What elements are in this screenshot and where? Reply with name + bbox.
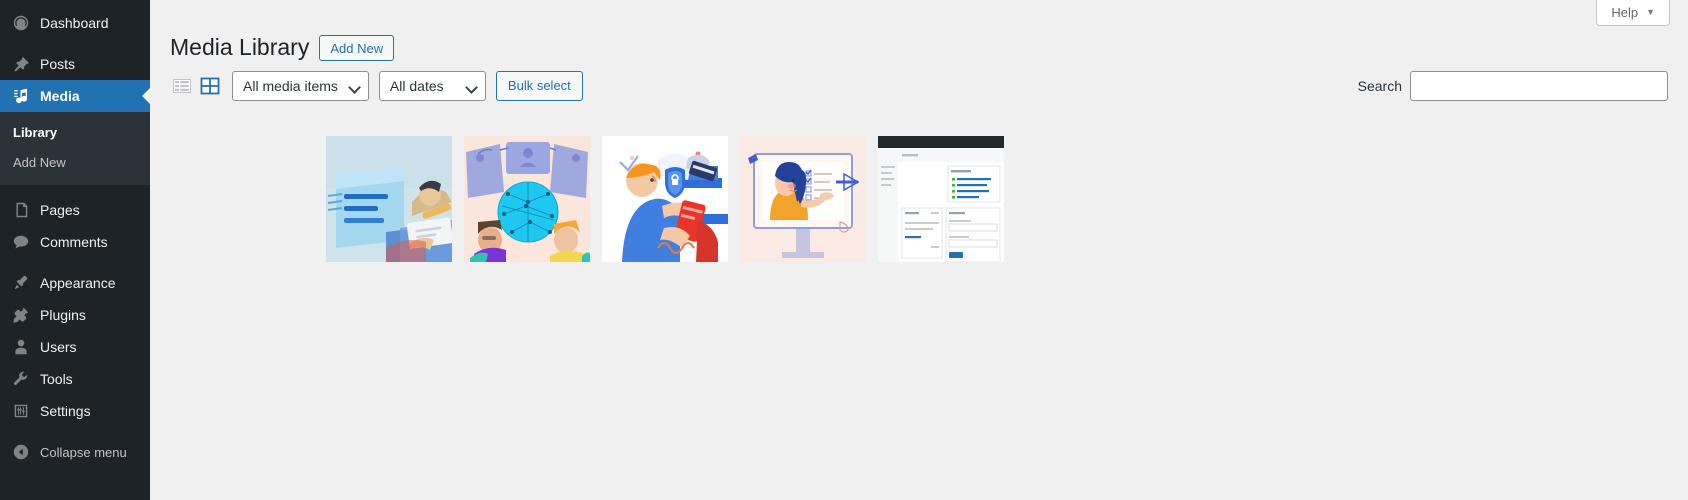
- admin-main-body: Help ▼ Media Library Add New All media i…: [150, 0, 1688, 500]
- date-filter[interactable]: All dates: [378, 70, 486, 101]
- wrench-icon: [11, 369, 31, 389]
- illustration-secure-payment: [602, 136, 728, 262]
- dashboard-icon: [11, 13, 31, 33]
- comments-icon: [11, 232, 31, 252]
- sidebar-subitem-library[interactable]: Library: [0, 118, 150, 148]
- sidebar-item-pages[interactable]: Pages: [0, 194, 150, 226]
- attachment-item[interactable]: [464, 136, 590, 262]
- media-icon: [11, 86, 31, 106]
- grid-view-icon[interactable]: [198, 74, 222, 98]
- sidebar-separator: [0, 427, 150, 436]
- search-input[interactable]: [1410, 70, 1668, 101]
- add-new-button[interactable]: Add New: [319, 35, 395, 62]
- screenshot-wordpress-dashboard: [878, 136, 1004, 262]
- sidebar-item-label: Tools: [40, 371, 73, 387]
- media-type-filter-value: All media items: [243, 77, 338, 94]
- view-switch: [170, 74, 222, 98]
- search-area: Search: [1357, 70, 1668, 101]
- help-tab-button[interactable]: Help ▼: [1596, 0, 1670, 26]
- illustration-workspace-blue: [326, 136, 452, 262]
- attachment-item[interactable]: [878, 136, 1004, 262]
- help-tab-label: Help: [1611, 5, 1639, 20]
- page-icon: [11, 200, 31, 220]
- sidebar-item-label: Media: [40, 88, 80, 104]
- chevron-down-icon: [348, 80, 361, 94]
- media-toolbar: All media items All dates Bulk select Se…: [170, 68, 1668, 103]
- sidebar-item-label: Posts: [40, 56, 76, 72]
- attachment-item[interactable]: [326, 136, 452, 262]
- brush-icon: [11, 273, 31, 293]
- settings-icon: [11, 401, 31, 421]
- sidebar-item-users[interactable]: Users: [0, 331, 150, 363]
- illustration-video-conference-network: [464, 136, 590, 262]
- sidebar-item-label: Plugins: [40, 307, 86, 323]
- sidebar-item-label: Appearance: [40, 275, 116, 291]
- sidebar-item-settings[interactable]: Settings: [0, 395, 150, 427]
- sidebar-separator: [0, 39, 150, 48]
- plugin-icon: [11, 305, 31, 325]
- sidebar-item-dashboard[interactable]: Dashboard: [0, 7, 150, 39]
- sidebar-subitem-add-new[interactable]: Add New: [0, 148, 150, 178]
- sidebar-item-comments[interactable]: Comments: [0, 226, 150, 258]
- attachments-grid: [326, 136, 1004, 262]
- user-icon: [11, 337, 31, 357]
- sidebar-separator: [0, 185, 150, 194]
- media-type-filter[interactable]: All media items: [232, 70, 369, 101]
- sidebar-item-media[interactable]: Media: [0, 80, 150, 112]
- list-view-icon[interactable]: [170, 74, 194, 98]
- sidebar-item-appearance[interactable]: Appearance: [0, 267, 150, 299]
- wordpress-admin-screen: Dashboard Posts Media Library Add New Pa…: [0, 0, 1688, 500]
- sidebar-item-posts[interactable]: Posts: [0, 48, 150, 80]
- sidebar-separator: [0, 258, 150, 267]
- sidebar-item-label: Dashboard: [40, 15, 109, 31]
- attachment-item[interactable]: [602, 136, 728, 262]
- sidebar-item-label: Comments: [40, 234, 108, 250]
- search-label: Search: [1357, 77, 1402, 94]
- collapse-menu-label: Collapse menu: [40, 444, 127, 460]
- chevron-down-icon: ▼: [1646, 7, 1655, 17]
- collapse-menu-button[interactable]: Collapse menu: [0, 436, 150, 468]
- media-submenu: Library Add New: [0, 112, 150, 185]
- sidebar-item-plugins[interactable]: Plugins: [0, 299, 150, 331]
- page-title: Media Library: [170, 34, 310, 61]
- chevron-down-icon: [465, 80, 478, 94]
- sidebar-item-label: Pages: [40, 202, 80, 218]
- sidebar-item-label: Settings: [40, 403, 91, 419]
- collapse-arrow-icon: [11, 442, 31, 462]
- screen-meta-links: Help ▼: [1596, 0, 1670, 26]
- sidebar-item-tools[interactable]: Tools: [0, 363, 150, 395]
- admin-sidebar: Dashboard Posts Media Library Add New Pa…: [0, 0, 150, 500]
- illustration-woman-presenting-monitor: [740, 136, 866, 262]
- date-filter-value: All dates: [389, 77, 444, 94]
- attachment-item[interactable]: [740, 136, 866, 262]
- bulk-select-button[interactable]: Bulk select: [495, 70, 583, 101]
- pin-icon: [11, 54, 31, 74]
- sidebar-item-label: Users: [40, 339, 77, 355]
